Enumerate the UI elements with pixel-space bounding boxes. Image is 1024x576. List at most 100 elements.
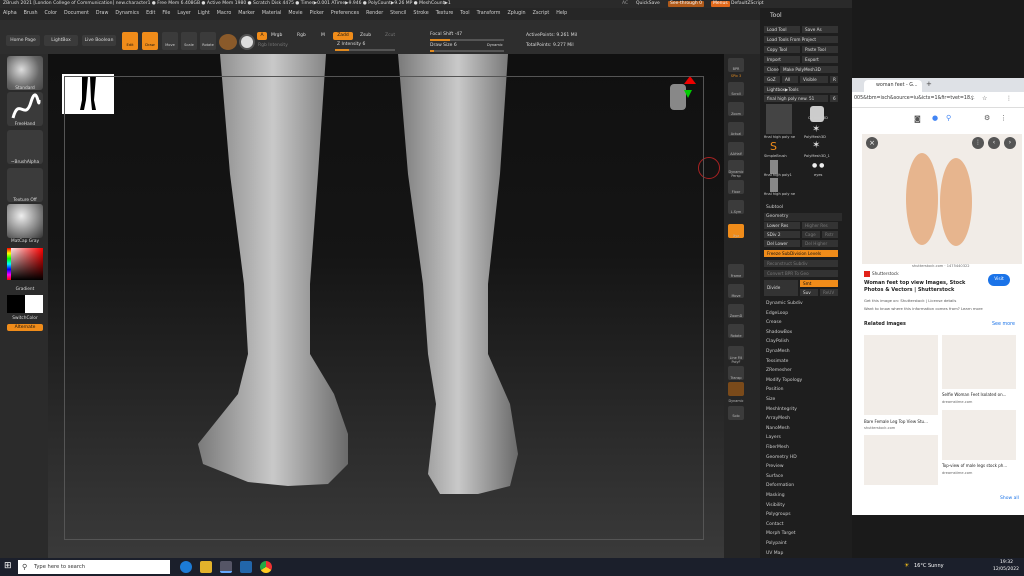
lightbox-tools-button[interactable]: Lightbox▶Tools <box>764 86 838 93</box>
spix-slider[interactable]: SPix 3 <box>725 74 747 78</box>
tool-section-item[interactable]: NanoMesh <box>764 425 842 433</box>
tool-section-item[interactable]: Layers <box>764 434 842 442</box>
related-title-1[interactable]: Bare Female Leg Top View Stu... <box>864 419 928 424</box>
tool-section-item[interactable]: Morph Target <box>764 530 842 538</box>
goz-button[interactable]: GoZ <box>764 76 780 83</box>
menu-marker[interactable]: Marker <box>238 11 255 16</box>
color-picker[interactable] <box>7 248 43 280</box>
m-toggle[interactable]: M <box>321 33 325 38</box>
tool-section-item[interactable]: DynaMesh <box>764 348 842 356</box>
search-icon[interactable]: ⚲ <box>946 114 951 122</box>
apps-grid-icon[interactable]: ⋮ <box>1000 114 1007 122</box>
camera-icon[interactable]: ◙ <box>914 115 921 123</box>
load-from-project-button[interactable]: Load Tools From Project <box>764 36 838 43</box>
menu-texture[interactable]: Texture <box>436 11 454 16</box>
visit-button[interactable]: Visit <box>988 274 1010 286</box>
related-image-2[interactable] <box>942 335 1016 389</box>
task-view-icon[interactable]: ▭ <box>160 561 168 570</box>
menu-render[interactable]: Render <box>366 11 383 16</box>
chrome-tab[interactable]: woman feet - G... <box>864 80 922 92</box>
mrgb-toggle[interactable]: Mrgb <box>271 33 282 38</box>
simplebrush-icon[interactable]: S <box>770 140 777 153</box>
default-zscript-button[interactable]: DefaultZScript <box>731 0 764 8</box>
freehand-stroke-button[interactable] <box>7 92 43 126</box>
zsub-toggle[interactable]: Zsub <box>360 33 371 38</box>
draw-size-slider[interactable]: Draw Size 6 <box>430 43 457 48</box>
final-high-poly1-thumb[interactable] <box>770 160 778 174</box>
tool-section-item[interactable]: Tessimate <box>764 358 842 366</box>
visible-button[interactable]: Visible <box>800 76 828 83</box>
settings-gear-icon[interactable]: ⚙ <box>984 114 990 122</box>
clock-time[interactable]: 19:32 <box>1000 560 1013 565</box>
chrome-menu-icon[interactable]: ⋮ <box>1006 95 1012 102</box>
zbrush-taskbar-icon[interactable] <box>220 561 232 573</box>
weather-text[interactable]: 16°C Sunny <box>914 563 944 569</box>
geometry-section[interactable]: Geometry <box>764 213 842 221</box>
viewport-canvas[interactable] <box>48 54 724 558</box>
reuv-button[interactable]: ReUV <box>820 289 838 296</box>
eyes-icon[interactable]: ● ● <box>812 162 824 169</box>
z-intensity-track[interactable] <box>335 49 395 51</box>
get-image-text[interactable]: Get this image on: Shutterstock | Licens… <box>864 298 956 303</box>
tool-section-item[interactable]: Crease <box>764 319 842 327</box>
texture-button[interactable] <box>7 168 43 202</box>
preview-image[interactable]: × ⋮ ‹ › <box>862 134 1022 264</box>
show-all-link[interactable]: Show all <box>1000 496 1019 501</box>
reconstruct-subdiv-button[interactable]: Reconstruct Subdiv <box>764 260 838 267</box>
clone-button[interactable]: Clone <box>764 66 779 73</box>
tool-thumb-figure[interactable] <box>766 104 792 134</box>
z-intensity-slider[interactable]: Z Intensity 6 <box>337 42 365 47</box>
tool-section-item[interactable]: Visibility <box>764 502 842 510</box>
tool-section-item[interactable]: ZRemesher <box>764 367 842 375</box>
polymesh-star-icon[interactable]: ✶ <box>812 124 820 135</box>
menu-tool[interactable]: Tool <box>460 11 469 16</box>
freeze-subdiv-button[interactable]: Freeze SubDivision Levels <box>764 250 838 257</box>
menu-draw[interactable]: Draw <box>96 11 109 16</box>
brush-alpha-button[interactable] <box>7 130 43 164</box>
menu-zscript[interactable]: Zscript <box>533 11 550 16</box>
all-button[interactable]: All <box>782 76 798 83</box>
zcut-toggle[interactable]: Zcut <box>385 33 395 38</box>
lightbox-button[interactable]: LightBox <box>44 35 78 46</box>
r-button[interactable]: R <box>830 76 838 83</box>
next-image-icon[interactable]: › <box>1004 137 1016 149</box>
tool-section-item[interactable]: ClayPolish <box>764 338 842 346</box>
switchcolor-button[interactable]: SwitchColor <box>4 316 46 321</box>
tool-section-item[interactable]: Size <box>764 396 842 404</box>
file-explorer-icon[interactable] <box>200 561 212 573</box>
seethrough-slider[interactable]: See-through 0 <box>668 1 704 7</box>
scale-mode-button[interactable]: Scale <box>181 32 197 50</box>
dynamic-button[interactable] <box>728 382 744 396</box>
copy-tool-button[interactable]: Copy Tool <box>764 46 800 53</box>
tool-section-item[interactable]: ArrayMesh <box>764 415 842 423</box>
clock-date[interactable]: 12/05/2022 <box>993 567 1019 572</box>
chrome-address-bar[interactable]: 005&tbm=isch&source=iu&ictx=1&fir=tvet=1… <box>852 92 1024 108</box>
del-higher-button[interactable]: Del Higher <box>802 240 838 247</box>
menu-movie[interactable]: Movie <box>288 11 302 16</box>
close-preview-icon[interactable]: × <box>866 137 878 149</box>
focal-shift-track[interactable] <box>430 39 504 41</box>
prev-image-icon[interactable]: ‹ <box>988 137 1000 149</box>
primary-color-swatch[interactable] <box>7 295 25 313</box>
related-image-3[interactable] <box>864 435 938 485</box>
make-polymesh-button[interactable]: Make PolyMesh3D <box>780 66 838 73</box>
tool-section-item[interactable]: Contact <box>764 521 842 529</box>
tool-section-item[interactable]: ShadowBox <box>764 329 842 337</box>
menu-transform[interactable]: Transform <box>477 11 501 16</box>
rgb-intensity-slider[interactable]: Rgb Intensity <box>258 43 288 48</box>
tool-section-item[interactable]: FiberMesh <box>764 444 842 452</box>
subtool-section[interactable]: Subtool <box>764 204 842 212</box>
divide-button[interactable]: Divide <box>764 280 798 296</box>
menu-material[interactable]: Material <box>262 11 282 16</box>
standard-brush-button[interactable] <box>7 56 43 90</box>
dynamic-toggle[interactable]: Dynamic <box>487 43 503 47</box>
rgb-toggle[interactable]: Rgb <box>297 33 306 38</box>
current-tool-slider[interactable]: final high poly new. 51 <box>764 95 828 102</box>
quicksave-button[interactable]: QuickSave <box>636 0 660 8</box>
brush-sphere-icon[interactable] <box>239 34 255 50</box>
source-name[interactable]: Shutterstock <box>872 271 899 276</box>
move-mode-button[interactable]: Move <box>162 32 178 50</box>
material-sphere-icon[interactable] <box>219 34 237 50</box>
menu-dynamics[interactable]: Dynamics <box>115 11 139 16</box>
lower-res-button[interactable]: Lower Res <box>764 222 800 229</box>
